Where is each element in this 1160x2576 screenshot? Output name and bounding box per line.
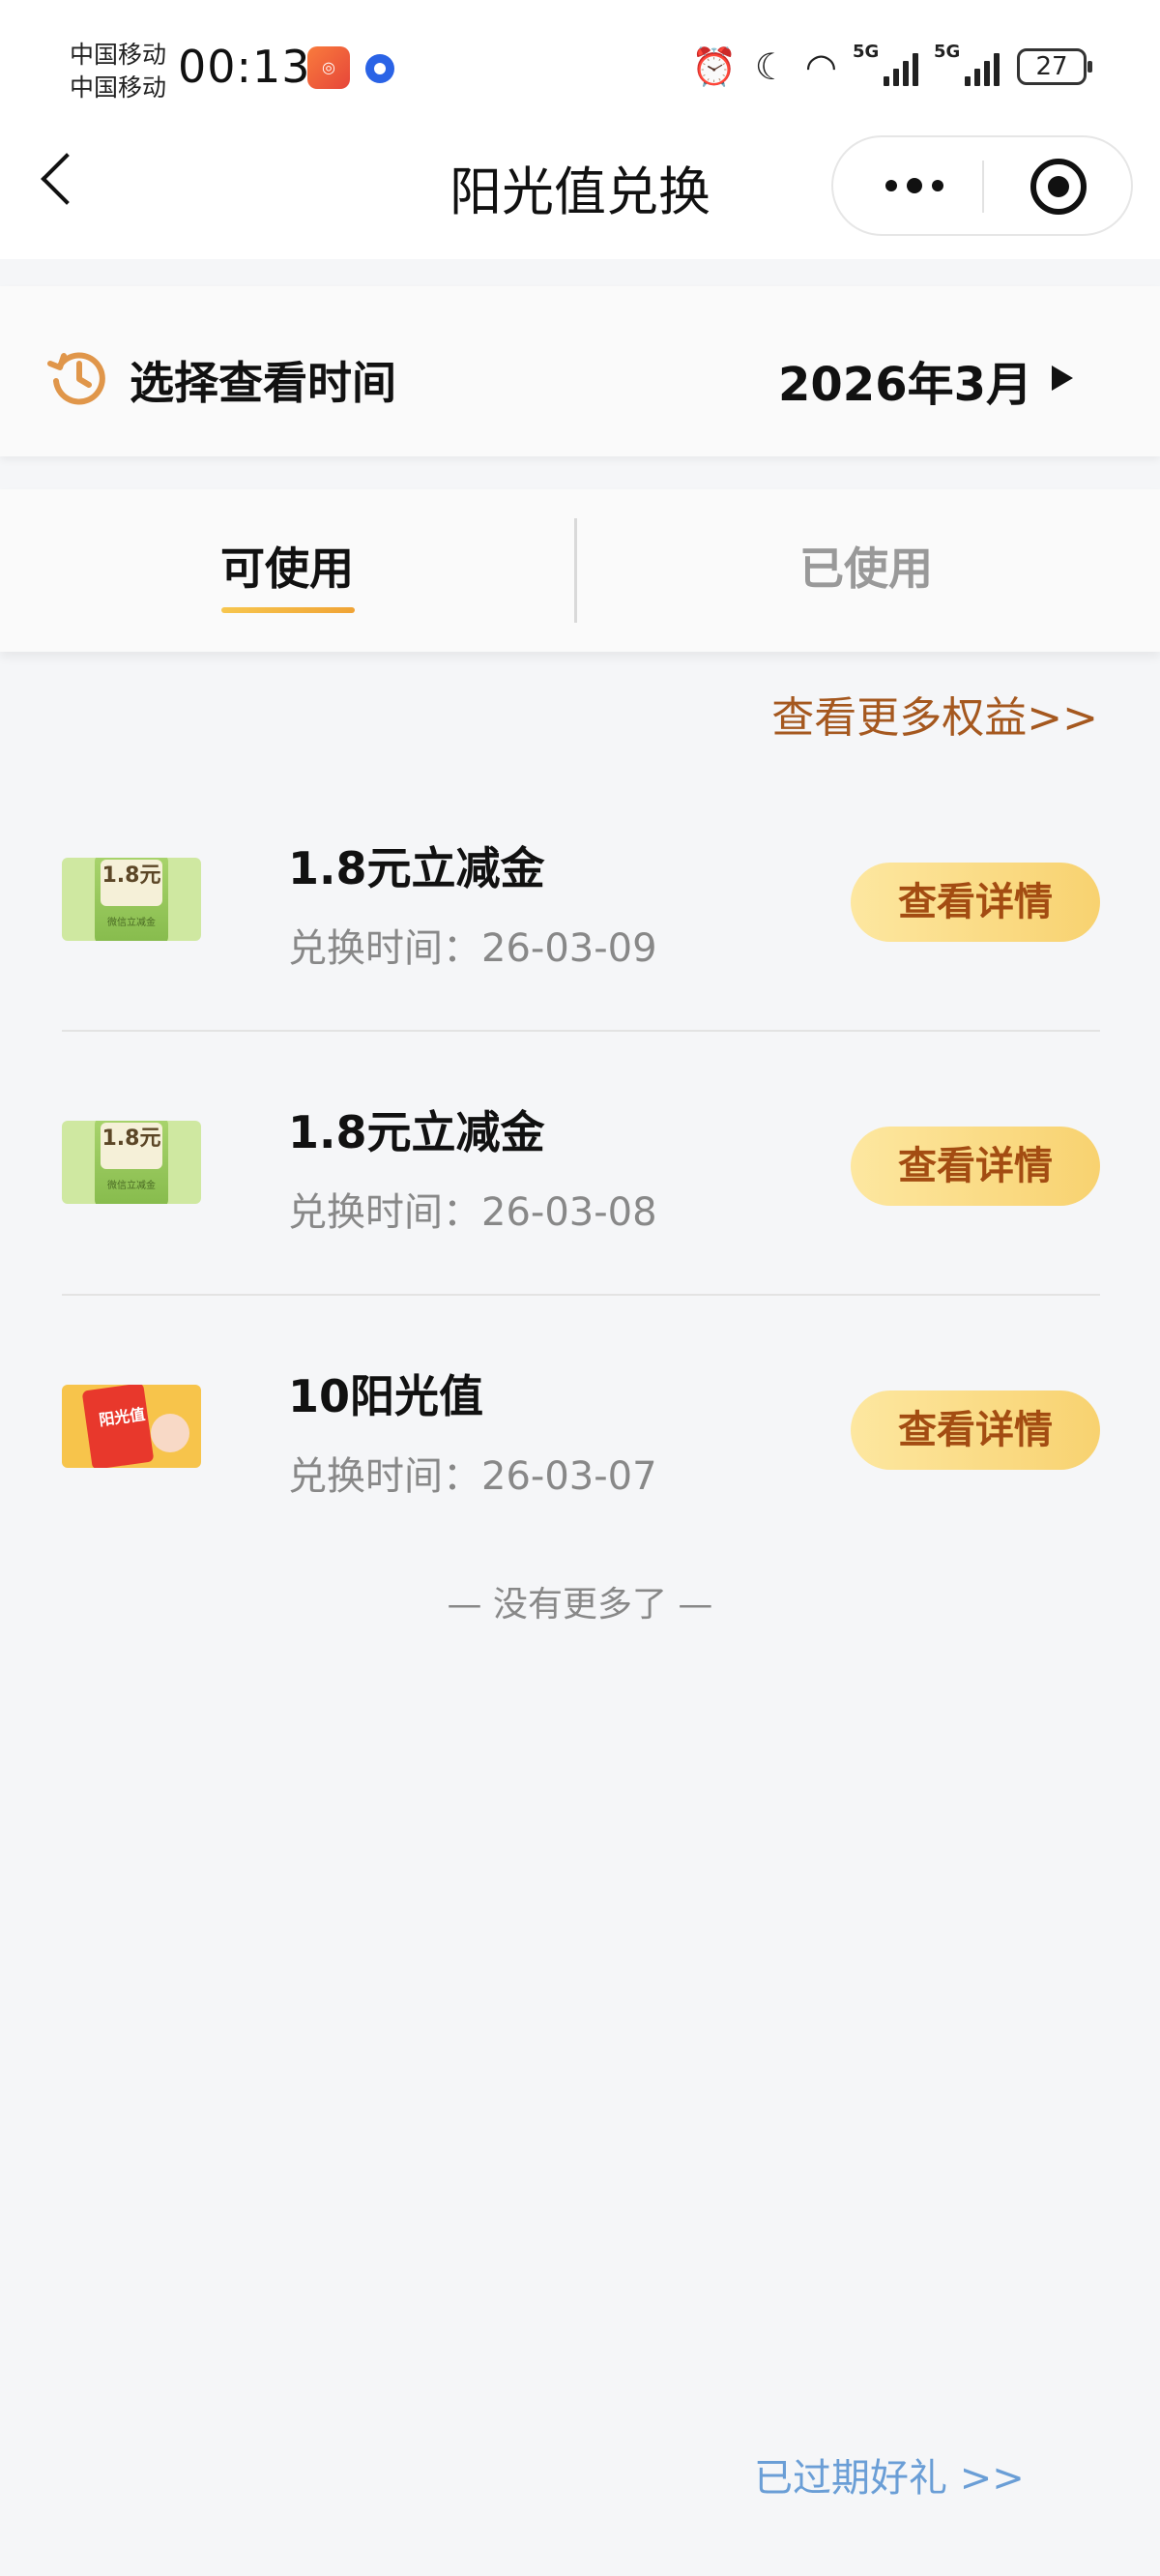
miniapp-capsule — [831, 135, 1133, 236]
capsule-divider — [982, 161, 984, 213]
signal-icon-1: 5G — [853, 42, 918, 86]
list-item: 1.8元 微信立减金 1.8元立减金 兑换时间：26-03-09 查看详情 — [0, 774, 1160, 1037]
signal-icon-2: 5G — [934, 42, 1000, 86]
location-icon — [365, 54, 394, 83]
close-miniapp-icon[interactable] — [1030, 159, 1087, 215]
status-icons: ⏰ ☾ ◠ 5G 5G 27 — [691, 42, 1092, 91]
tab-active-indicator — [221, 607, 355, 613]
item-date: 兑换时间：26-03-08 — [288, 1190, 657, 1235]
app-notification-icon: ◎ — [307, 46, 350, 89]
view-details-button[interactable]: 查看详情 — [851, 1127, 1100, 1206]
voucher-thumb-value: 1.8元 — [102, 1127, 161, 1151]
voucher-thumbnail: 1.8元 微信立减金 — [62, 858, 201, 941]
expired-gifts-link[interactable]: 已过期好礼 >> — [754, 2446, 1025, 2503]
tab-divider — [574, 518, 577, 623]
network-type-1: 5G — [853, 42, 880, 62]
list-end-text: — 没有更多了 — — [447, 1585, 713, 1625]
time-selector-label: 选择查看时间 — [130, 357, 396, 409]
moon-icon: ☾ — [754, 45, 788, 88]
item-title: 1.8元立减金 — [288, 1106, 545, 1158]
item-title: 1.8元立减金 — [288, 842, 545, 894]
wifi-icon: ◠ — [804, 45, 837, 88]
view-details-button[interactable]: 查看详情 — [851, 863, 1100, 942]
alarm-icon: ⏰ — [691, 45, 738, 88]
voucher-thumb-caption: 微信立减金 — [107, 918, 156, 928]
more-benefits-link[interactable]: 查看更多权益>> — [771, 683, 1098, 745]
view-details-button[interactable]: 查看详情 — [851, 1390, 1100, 1470]
item-divider — [62, 1294, 1100, 1296]
triangle-right-icon[interactable] — [1052, 366, 1073, 391]
battery-icon: 27 — [1017, 48, 1092, 85]
voucher-thumb-caption: 微信立减金 — [107, 1181, 156, 1191]
sunshine-thumbnail: 阳光值 — [62, 1385, 201, 1468]
more-options-icon[interactable] — [876, 172, 953, 199]
item-divider — [62, 1030, 1100, 1032]
tab-available[interactable]: 可使用 — [142, 534, 432, 598]
time-selector-value[interactable]: 2026年3月 — [778, 346, 1032, 414]
voucher-thumb-value: 1.8元 — [102, 864, 161, 888]
network-type-2: 5G — [934, 42, 961, 62]
item-title: 10阳光值 — [288, 1370, 484, 1422]
carrier-info: 中国移动 中国移动 — [70, 39, 166, 104]
list-item: 阳光值 10阳光值 兑换时间：26-03-07 查看详情 — [0, 1302, 1160, 1565]
carrier-2: 中国移动 — [70, 73, 167, 102]
carrier-1: 中国移动 — [70, 41, 167, 69]
voucher-thumbnail: 1.8元 微信立减金 — [62, 1121, 201, 1204]
list-item: 1.8元 微信立减金 1.8元立减金 兑换时间：26-03-08 查看详情 — [0, 1038, 1160, 1301]
item-date: 兑换时间：26-03-07 — [288, 1454, 657, 1499]
tab-used[interactable]: 已使用 — [721, 534, 1011, 598]
status-clock: 00:13 — [178, 41, 311, 93]
history-icon — [47, 352, 105, 405]
item-date: 兑换时间：26-03-09 — [288, 926, 657, 971]
